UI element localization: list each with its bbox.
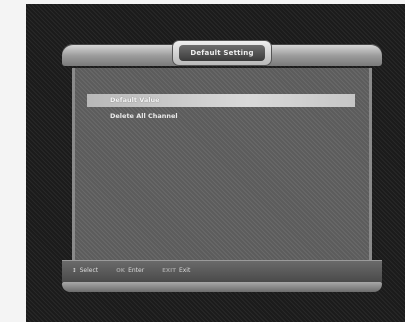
hint-exit: EXIT Exit [162, 267, 190, 274]
title-frame: Default Setting [172, 40, 272, 66]
hint-exit-label: Exit [178, 267, 191, 274]
key-hints: ↕ Select OK Enter EXIT Exit [72, 267, 190, 274]
default-setting-dialog: Default Setting Default Value Delete All… [62, 40, 382, 292]
settings-menu: Default Value Delete All Channel [87, 94, 355, 126]
up-down-arrow-icon: ↕ [72, 267, 77, 274]
hint-enter: OK Enter [116, 267, 144, 274]
dialog-footer-curve [62, 282, 382, 292]
key-hint-bar: ↕ Select OK Enter EXIT Exit [62, 260, 382, 282]
exit-key-label: EXIT [162, 267, 176, 274]
tv-screen: Default Setting Default Value Delete All… [26, 4, 405, 322]
menu-item-default-value[interactable]: Default Value [87, 94, 355, 107]
hint-enter-label: Enter [128, 267, 145, 274]
hint-select-label: Select [79, 267, 99, 274]
ok-key-label: OK [116, 267, 126, 274]
hint-select: ↕ Select [72, 267, 98, 274]
dialog-title: Default Setting [179, 45, 265, 61]
menu-content-area: Default Value Delete All Channel [72, 68, 372, 260]
menu-item-delete-all-channel[interactable]: Delete All Channel [87, 110, 355, 123]
